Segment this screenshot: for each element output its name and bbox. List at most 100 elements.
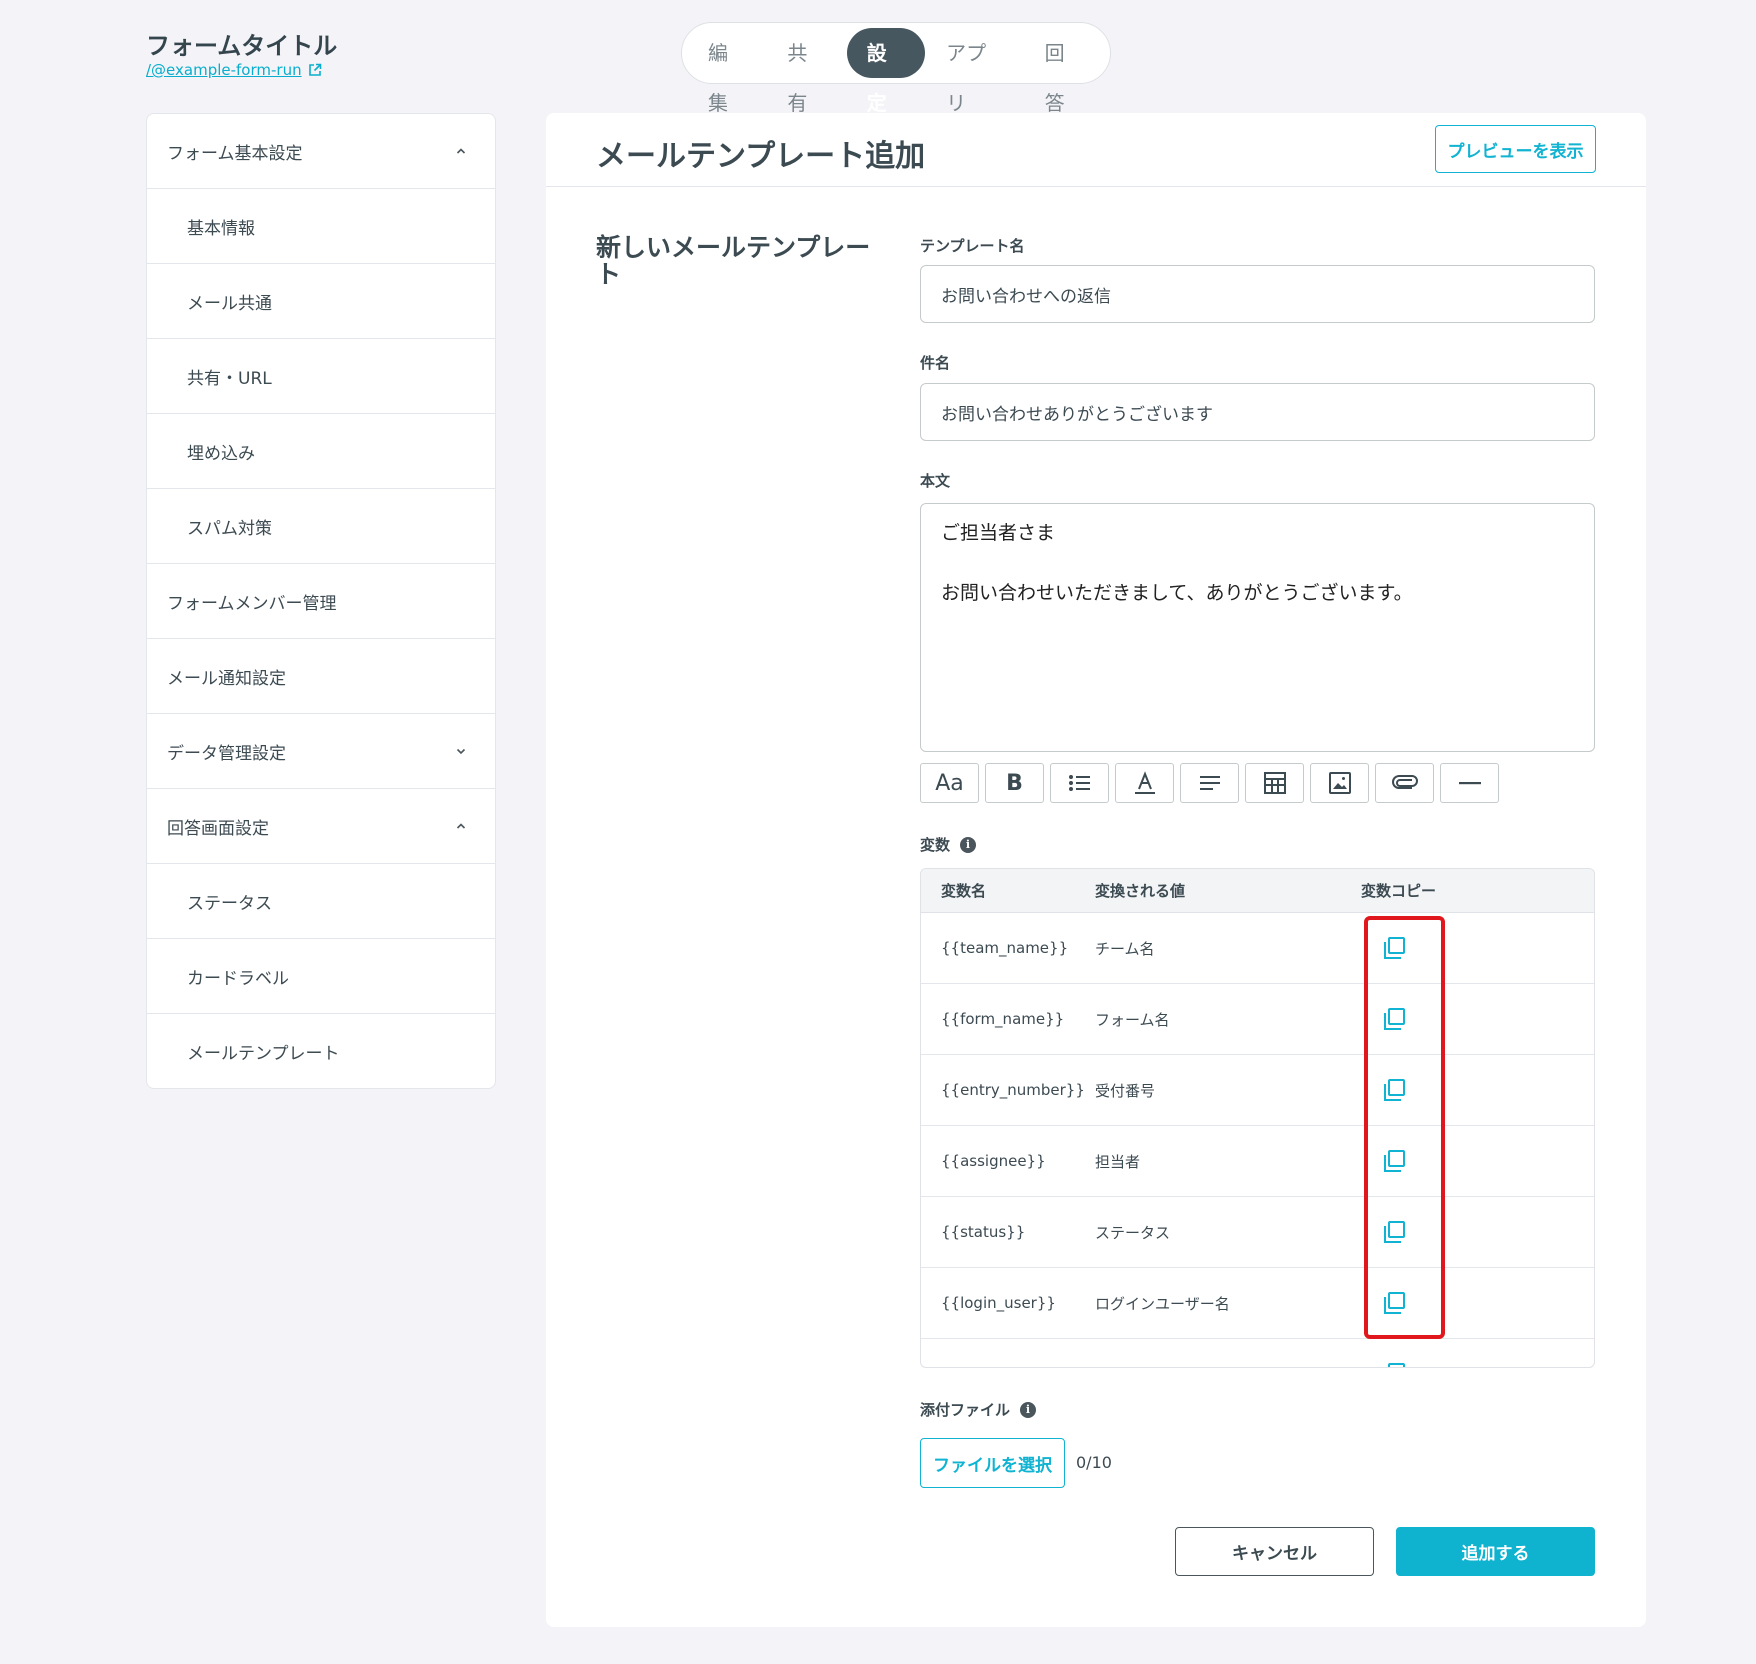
tab-edit[interactable]: 編集 — [688, 28, 766, 115]
body-line: お問い合わせいただきまして、ありがとうございます。 — [941, 582, 1413, 604]
chevron-down-icon — [456, 748, 466, 755]
sidebar-item-label: 共有・URL — [187, 368, 272, 389]
section-title-line2: ト — [596, 260, 622, 289]
form-url-link[interactable]: /@example-form-run — [146, 61, 322, 79]
list-icon — [1068, 775, 1090, 791]
horizontal-rule-icon — [1458, 782, 1481, 785]
sidebar-item-label: スパム対策 — [187, 518, 272, 539]
attachment-count: 0/10 — [1076, 1453, 1112, 1472]
col-header-name: 変数名 — [941, 882, 987, 900]
add-button[interactable]: 追加する — [1396, 1527, 1595, 1576]
page-title: メールテンプレート追加 — [596, 139, 926, 174]
table-icon — [1263, 772, 1286, 794]
table-row: {{form_name}} フォーム名 — [921, 984, 1594, 1055]
sidebar-item-label: データ管理設定 — [167, 743, 286, 764]
variables-label: 変数 i — [920, 834, 977, 855]
sidebar-item-basic-info[interactable]: 基本情報 — [147, 189, 495, 264]
tab-settings[interactable]: 設定 — [846, 28, 926, 115]
variable-name: {{form_name}} — [941, 1010, 1065, 1028]
text-color-icon — [1134, 771, 1155, 794]
align-button[interactable] — [1180, 763, 1239, 803]
table-row: {{assignee}} 担当者 — [921, 1126, 1594, 1197]
section-title-line1: 新しいメールテンプレー — [596, 233, 871, 262]
variable-value: ステータス — [1095, 1223, 1171, 1242]
main-panel: メールテンプレート追加 プレビューを表示 新しいメールテンプレー ト テンプレー… — [546, 113, 1646, 1627]
body-label: 本文 — [920, 472, 951, 490]
table-button[interactable] — [1245, 763, 1304, 803]
variables-label-text: 変数 — [920, 836, 951, 854]
sidebar-item-label: メールテンプレート — [187, 1044, 340, 1064]
bold-button[interactable]: B — [985, 763, 1044, 803]
text-color-button[interactable] — [1115, 763, 1174, 803]
template-name-input[interactable]: お問い合わせへの返信 — [920, 265, 1595, 323]
table-row: {{entry_number}} 受付番号 — [921, 1055, 1594, 1126]
sidebar-item-label: メール通知設定 — [167, 668, 286, 689]
sidebar-item-status[interactable]: ステータス — [147, 864, 495, 939]
template-name-label: テンプレート名 — [920, 237, 1025, 255]
tab-apps[interactable]: アプリ — [926, 28, 1024, 115]
table-row: {{team_name}} チーム名 — [921, 913, 1594, 984]
preview-button[interactable]: プレビューを表示 — [1435, 125, 1596, 173]
variables-table[interactable]: 変数名 変換される値 変数コピー {{team_name}} チーム名 {{fo… — [920, 868, 1595, 1368]
copy-icon[interactable] — [1381, 1361, 1407, 1368]
tab-responses[interactable]: 回答 — [1025, 28, 1103, 115]
sidebar-item-mail-notify[interactable]: メール通知設定 — [147, 639, 495, 714]
attachment-label: 添付ファイル i — [920, 1399, 1037, 1420]
sidebar-item-label: フォーム基本設定 — [167, 143, 303, 164]
chevron-up-icon — [456, 148, 466, 154]
editor-toolbar: Aa B — [920, 763, 1499, 803]
sidebar-item-form-basic-settings[interactable]: フォーム基本設定 — [147, 114, 495, 189]
sidebar-item-embed[interactable]: 埋め込み — [147, 414, 495, 489]
list-button[interactable] — [1050, 763, 1109, 803]
image-button[interactable] — [1310, 763, 1369, 803]
sidebar-item-spam[interactable]: スパム対策 — [147, 489, 495, 564]
attachment-button[interactable] — [1375, 763, 1434, 803]
variable-name: {{status}} — [941, 1223, 1026, 1241]
choose-file-button[interactable]: ファイルを選択 — [920, 1438, 1065, 1488]
attachment-icon — [1391, 775, 1418, 789]
sidebar-item-label: カードラベル — [187, 968, 289, 989]
form-url-text[interactable]: /@example-form-run — [146, 61, 302, 79]
variable-value: フォーム名 — [1095, 1010, 1170, 1029]
table-row-partial — [921, 1339, 1594, 1368]
sidebar-item-response-screen[interactable]: 回答画面設定 — [147, 789, 495, 864]
tab-share[interactable]: 共有 — [767, 28, 845, 115]
variable-value: ログインユーザー名 — [1095, 1294, 1230, 1313]
col-header-value: 変換される値 — [1095, 882, 1186, 900]
variable-value: 担当者 — [1095, 1152, 1141, 1171]
info-icon[interactable]: i — [1020, 1401, 1037, 1418]
bold-icon: B — [1006, 770, 1023, 796]
image-icon — [1328, 772, 1351, 794]
table-header: 変数名 変換される値 変数コピー — [921, 869, 1594, 913]
external-link-icon[interactable] — [308, 63, 322, 77]
main-tabs: 編集 共有 設定 アプリ 回答 — [681, 22, 1111, 115]
info-icon[interactable]: i — [960, 836, 977, 853]
variable-value: 受付番号 — [1095, 1081, 1156, 1100]
sidebar-item-mail-common[interactable]: メール共通 — [147, 264, 495, 339]
body-textarea[interactable]: ご担当者さま お問い合わせいただきまして、ありがとうございます。 — [920, 503, 1595, 752]
sidebar-item-data-management[interactable]: データ管理設定 — [147, 714, 495, 789]
variable-name: {{assignee}} — [941, 1152, 1046, 1170]
subject-label: 件名 — [920, 354, 951, 372]
sidebar-item-mail-template[interactable]: メールテンプレート — [147, 1014, 495, 1088]
table-row: {{status}} ステータス — [921, 1197, 1594, 1268]
sidebar-item-share-url[interactable]: 共有・URL — [147, 339, 495, 414]
horizontal-rule-button[interactable] — [1440, 763, 1499, 803]
panel-header: メールテンプレート追加 プレビューを表示 — [546, 113, 1646, 187]
cancel-button[interactable]: キャンセル — [1175, 1527, 1374, 1576]
variable-name: {{login_user}} — [941, 1294, 1056, 1312]
variable-name: {{team_name}} — [941, 939, 1069, 957]
form-title: フォームタイトル — [146, 32, 338, 60]
sidebar-item-label: メール共通 — [187, 293, 272, 314]
sidebar-item-label: 基本情報 — [187, 218, 255, 239]
font-size-button[interactable]: Aa — [920, 763, 979, 803]
sidebar-item-label: 埋め込み — [187, 443, 255, 464]
sidebar-item-label: ステータス — [187, 893, 272, 914]
sidebar-item-members[interactable]: フォームメンバー管理 — [147, 564, 495, 639]
align-icon — [1199, 776, 1220, 790]
copy-column-highlight — [1364, 916, 1445, 1339]
sidebar-item-card-label[interactable]: カードラベル — [147, 939, 495, 1014]
col-header-copy: 変数コピー — [1361, 882, 1437, 900]
subject-input[interactable]: お問い合わせありがとうございます — [920, 383, 1595, 441]
sidebar-item-label: 回答画面設定 — [167, 818, 269, 839]
